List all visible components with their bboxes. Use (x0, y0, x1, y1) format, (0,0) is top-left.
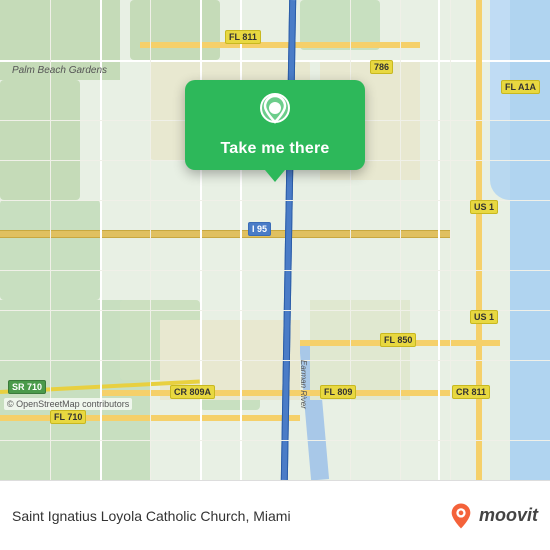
moovit-logo: moovit (447, 502, 538, 530)
road-label-fl809: FL 809 (320, 385, 356, 399)
location-pin-icon (255, 92, 295, 132)
map-container: FL 811 786 FL A1A US 1 US 1 I 95 CR 809A… (0, 0, 550, 480)
map-attribution: © OpenStreetMap contributors (4, 398, 132, 410)
road-label-fl811: FL 811 (225, 30, 261, 44)
road-label-cr809a: CR 809A (170, 385, 215, 399)
popup-card: Take me there (185, 80, 365, 170)
take-me-there-button[interactable]: Take me there (220, 140, 329, 158)
road-label-us1-bot: US 1 (470, 310, 498, 324)
road-label-cr811: CR 811 (452, 385, 490, 399)
map-label-earman: Earman River (299, 360, 308, 409)
road-label-fl850: FL 850 (380, 333, 416, 347)
map-label-pbg: Palm Beach Gardens (12, 65, 107, 76)
road-label-fla1a: FL A1A (501, 80, 540, 94)
road-label-sr710: SR 710 (8, 380, 46, 394)
moovit-brand-text: moovit (479, 505, 538, 526)
bottom-bar: Saint Ignatius Loyola Catholic Church, M… (0, 480, 550, 550)
road-label-786: 786 (370, 60, 393, 74)
road-label-fl710: FL 710 (50, 410, 86, 424)
moovit-pin-icon (447, 502, 475, 530)
road-label-us1-top: US 1 (470, 200, 498, 214)
destination-label: Saint Ignatius Loyola Catholic Church, M… (12, 508, 291, 524)
road-label-i95: I 95 (248, 222, 271, 236)
